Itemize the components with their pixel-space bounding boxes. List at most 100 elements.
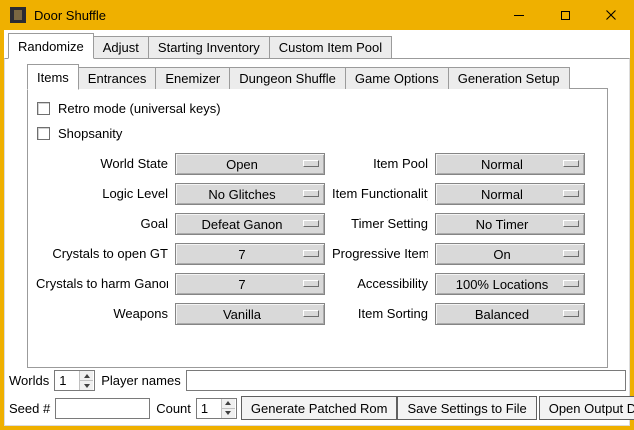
minimize-button[interactable] [496, 0, 542, 30]
tab-starting-inventory[interactable]: Starting Inventory [148, 36, 270, 58]
player-names-input[interactable] [186, 370, 626, 391]
label-world-state: World State [36, 153, 168, 175]
item-functionality-value: Normal [481, 187, 523, 202]
seed-row: Seed # Count Generate Patched Rom Save S… [9, 396, 626, 420]
generate-rom-button[interactable]: Generate Patched Rom [241, 396, 398, 420]
inner-tab-bar: Items Entrances Enemizer Dungeon Shuffle… [27, 64, 608, 89]
items-tab-panel: Retro mode (universal keys) Shopsanity W… [27, 88, 608, 368]
close-button[interactable] [588, 0, 634, 30]
label-item-pool: Item Pool [332, 153, 428, 175]
tab-dungeon-shuffle[interactable]: Dungeon Shuffle [229, 67, 346, 89]
option-menu-world-state[interactable]: Open [175, 153, 325, 175]
window-title: Door Shuffle [34, 8, 106, 23]
goal-value: Defeat Ganon [202, 217, 283, 232]
close-icon [606, 10, 616, 20]
label-timer-setting: Timer Setting [332, 213, 428, 235]
checkbox-retro-mode[interactable]: Retro mode (universal keys) [37, 97, 599, 120]
tab-game-options[interactable]: Game Options [345, 67, 449, 89]
dropdown-indicator-icon [303, 280, 319, 287]
titlebar[interactable]: Door Shuffle [0, 0, 634, 30]
tab-generation-setup[interactable]: Generation Setup [448, 67, 570, 89]
worlds-spinbox[interactable] [54, 370, 95, 391]
logic-level-value: No Glitches [208, 187, 275, 202]
dropdown-indicator-icon [563, 310, 579, 317]
options-grid: World State Open Item Pool Normal Logic … [36, 153, 599, 325]
app-window: Door Shuffle Randomize Adjust Starting I… [0, 0, 634, 430]
label-progressive-items: Progressive Items [332, 243, 428, 265]
count-spin-down-button[interactable] [222, 409, 235, 418]
label-crystals-open-gt: Crystals to open GT [36, 243, 168, 265]
option-menu-item-sorting[interactable]: Balanced [435, 303, 585, 325]
option-menu-logic-level[interactable]: No Glitches [175, 183, 325, 205]
worlds-spin-down-button[interactable] [80, 381, 93, 390]
accessibility-value: 100% Locations [456, 277, 549, 292]
count-label: Count [156, 401, 191, 416]
inner-notebook: Items Entrances Enemizer Dungeon Shuffle… [27, 64, 608, 368]
world-state-value: Open [226, 157, 258, 172]
worlds-label: Worlds [9, 373, 49, 388]
worlds-row: Worlds Player names [9, 370, 626, 391]
option-menu-crystals-harm-ganon[interactable]: 7 [175, 273, 325, 295]
option-menu-goal[interactable]: Defeat Ganon [175, 213, 325, 235]
spin-up-icon [225, 401, 231, 405]
count-spinbox[interactable] [196, 398, 237, 419]
spin-down-icon [225, 411, 231, 415]
tab-custom-item-pool[interactable]: Custom Item Pool [269, 36, 392, 58]
option-menu-accessibility[interactable]: 100% Locations [435, 273, 585, 295]
option-menu-item-pool[interactable]: Normal [435, 153, 585, 175]
crystals-harm-ganon-value: 7 [238, 277, 245, 292]
open-output-button[interactable]: Open Output Directory [539, 396, 634, 420]
tab-randomize[interactable]: Randomize [8, 33, 94, 59]
shopsanity-checkbox-box[interactable] [37, 127, 50, 140]
label-weapons: Weapons [36, 303, 168, 325]
worlds-spin-up-button[interactable] [80, 371, 93, 381]
retro-mode-checkbox-box[interactable] [37, 102, 50, 115]
item-pool-value: Normal [481, 157, 523, 172]
window-controls [496, 0, 634, 30]
minimize-icon [514, 15, 524, 16]
label-item-functionality: Item Functionality [332, 183, 428, 205]
worlds-spin-buttons [79, 371, 93, 390]
option-menu-item-functionality[interactable]: Normal [435, 183, 585, 205]
tab-enemizer[interactable]: Enemizer [155, 67, 230, 89]
label-item-sorting: Item Sorting [332, 303, 428, 325]
count-spin-buttons [221, 399, 235, 418]
tab-items[interactable]: Items [27, 64, 79, 90]
option-menu-progressive-items[interactable]: On [435, 243, 585, 265]
app-icon [10, 7, 26, 23]
outer-tab-bar: Randomize Adjust Starting Inventory Cust… [4, 30, 630, 58]
dropdown-indicator-icon [303, 160, 319, 167]
label-goal: Goal [36, 213, 168, 235]
count-spin-up-button[interactable] [222, 399, 235, 409]
crystals-open-gt-value: 7 [238, 247, 245, 262]
dropdown-indicator-icon [563, 160, 579, 167]
count-input[interactable] [197, 399, 221, 418]
dropdown-indicator-icon [303, 250, 319, 257]
worlds-input[interactable] [55, 371, 79, 390]
player-names-label: Player names [101, 373, 180, 388]
retro-mode-label: Retro mode (universal keys) [58, 101, 221, 116]
dropdown-indicator-icon [563, 250, 579, 257]
window-content: Randomize Adjust Starting Inventory Cust… [4, 30, 630, 426]
progressive-items-value: On [493, 247, 510, 262]
option-menu-timer-setting[interactable]: No Timer [435, 213, 585, 235]
dropdown-indicator-icon [303, 220, 319, 227]
save-settings-button[interactable]: Save Settings to File [397, 396, 536, 420]
randomize-tab-panel: Items Entrances Enemizer Dungeon Shuffle… [4, 58, 630, 426]
seed-label: Seed # [9, 401, 50, 416]
tab-entrances[interactable]: Entrances [78, 67, 157, 89]
spin-down-icon [84, 384, 90, 388]
tab-adjust[interactable]: Adjust [93, 36, 149, 58]
maximize-button[interactable] [542, 0, 588, 30]
dropdown-indicator-icon [303, 310, 319, 317]
option-menu-weapons[interactable]: Vanilla [175, 303, 325, 325]
checkbox-shopsanity[interactable]: Shopsanity [37, 122, 599, 145]
dropdown-indicator-icon [563, 280, 579, 287]
label-crystals-harm-ganon: Crystals to harm Ganon [36, 273, 168, 295]
option-menu-crystals-open-gt[interactable]: 7 [175, 243, 325, 265]
spin-up-icon [84, 374, 90, 378]
label-accessibility: Accessibility [332, 273, 428, 295]
timer-setting-value: No Timer [476, 217, 529, 232]
shopsanity-label: Shopsanity [58, 126, 122, 141]
seed-input[interactable] [55, 398, 150, 419]
